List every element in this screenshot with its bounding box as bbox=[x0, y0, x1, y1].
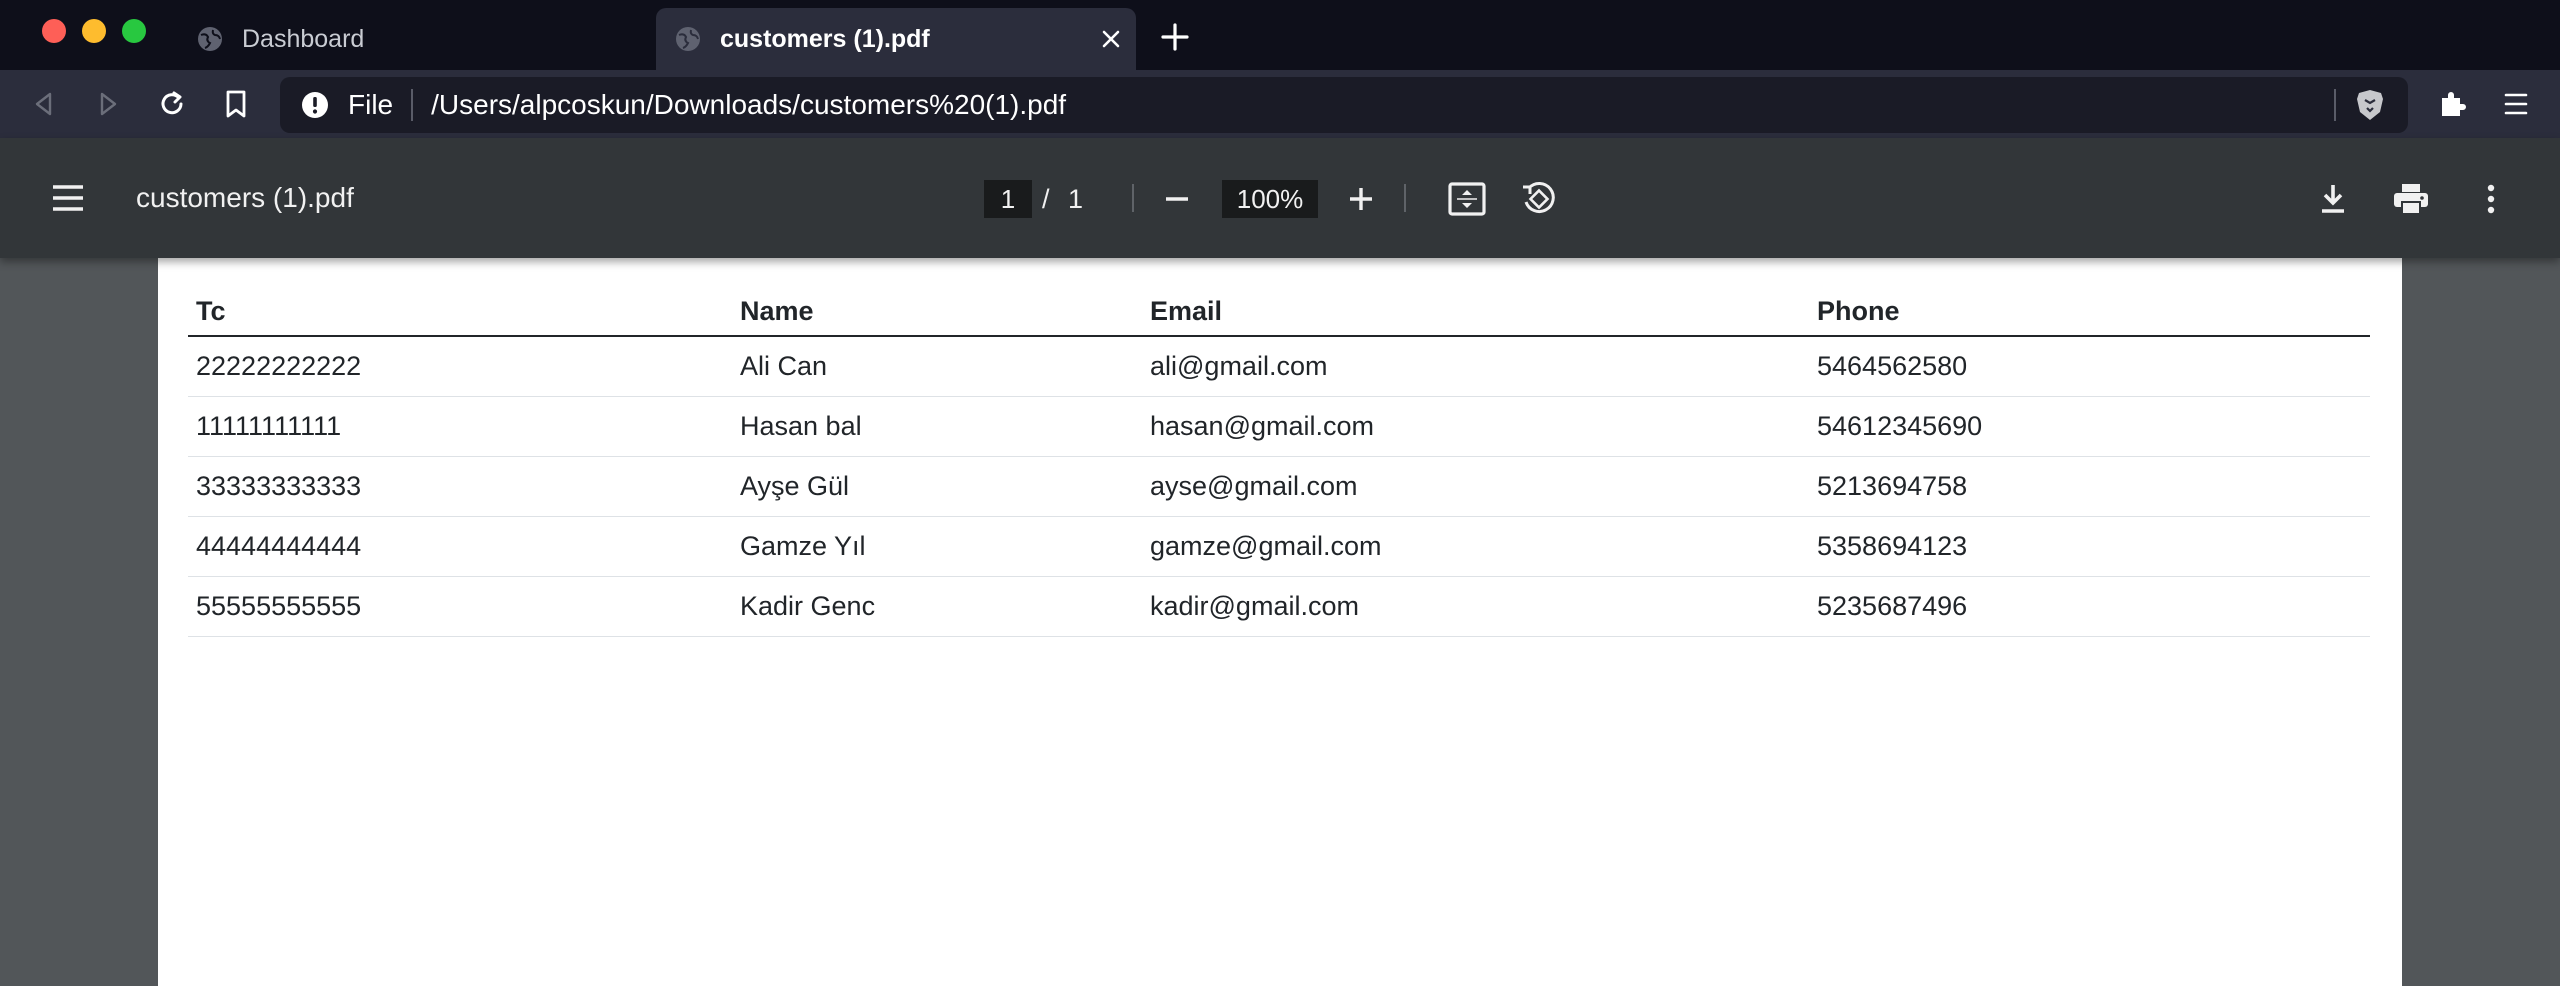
table-row: 44444444444 Gamze Yıl gamze@gmail.com 53… bbox=[188, 516, 2370, 577]
tab-title: Dashboard bbox=[242, 24, 365, 53]
cell-email: hasan@gmail.com bbox=[1142, 396, 1809, 457]
column-header-phone: Phone bbox=[1809, 288, 2370, 337]
back-button[interactable] bbox=[24, 84, 64, 124]
table-header-row: Tc Name Email Phone bbox=[188, 288, 2370, 337]
url-text[interactable]: /Users/alpcoskun/Downloads/customers%20(… bbox=[431, 89, 1066, 121]
globe-icon bbox=[674, 25, 702, 53]
extensions-button[interactable] bbox=[2432, 84, 2472, 124]
cell-phone: 5235687496 bbox=[1809, 576, 2370, 637]
browser-menu-button[interactable] bbox=[2496, 84, 2536, 124]
extensions-icon bbox=[2442, 92, 2466, 116]
window-minimize-button[interactable] bbox=[82, 19, 106, 43]
cell-phone: 5358694123 bbox=[1809, 516, 2370, 577]
scheme-label: File bbox=[348, 89, 394, 120]
cell-tc: 22222222222 bbox=[188, 336, 732, 397]
fit-page-icon bbox=[1448, 182, 1486, 216]
zoom-level-input[interactable]: 100% bbox=[1222, 180, 1318, 218]
omnibox-divider bbox=[2334, 89, 2336, 121]
info-icon[interactable] bbox=[300, 90, 330, 120]
rotate-icon bbox=[1523, 182, 1555, 213]
cell-name: Ali Can bbox=[732, 336, 1142, 397]
download-icon bbox=[2322, 185, 2344, 213]
rotate-button[interactable] bbox=[1518, 178, 1560, 220]
cell-phone: 5213694758 bbox=[1809, 456, 2370, 517]
more-actions-button[interactable] bbox=[2470, 178, 2512, 220]
forward-button[interactable] bbox=[88, 84, 128, 124]
cell-email: ali@gmail.com bbox=[1142, 336, 1809, 397]
bookmark-button[interactable] bbox=[216, 84, 256, 124]
forward-icon bbox=[100, 92, 117, 116]
pdf-toolbar: customers (1).pdf 1 / 1 100% bbox=[0, 138, 2560, 258]
bookmark-icon bbox=[226, 90, 246, 118]
column-header-email: Email bbox=[1142, 288, 1809, 337]
cell-name: Hasan bal bbox=[732, 396, 1142, 457]
page-number-input[interactable]: 1 bbox=[984, 180, 1032, 218]
cell-name: Gamze Yıl bbox=[732, 516, 1142, 577]
tab-dashboard[interactable]: Dashboard bbox=[176, 8, 656, 70]
window-close-button[interactable] bbox=[42, 19, 66, 43]
brave-shield-icon[interactable] bbox=[2352, 87, 2388, 123]
table-row: 11111111111 Hasan bal hasan@gmail.com 54… bbox=[188, 396, 2370, 457]
tab-title: customers (1).pdf bbox=[720, 24, 930, 53]
pdf-document-area[interactable]: Tc Name Email Phone 22222222222 Ali Can … bbox=[0, 258, 2560, 986]
download-button[interactable] bbox=[2312, 178, 2354, 220]
new-tab-button[interactable] bbox=[1158, 20, 1192, 54]
globe-icon bbox=[196, 25, 224, 53]
reload-icon bbox=[161, 91, 183, 115]
zoom-out-button[interactable] bbox=[1156, 178, 1198, 220]
browser-menu-icon bbox=[2504, 93, 2528, 115]
cell-email: ayse@gmail.com bbox=[1142, 456, 1809, 517]
cell-phone: 54612345690 bbox=[1809, 396, 2370, 457]
cell-email: kadir@gmail.com bbox=[1142, 576, 1809, 637]
pdf-sidebar-toggle[interactable] bbox=[44, 178, 92, 218]
page-separator: / bbox=[1042, 184, 1050, 214]
zoom-in-button[interactable] bbox=[1340, 178, 1382, 220]
fit-page-button[interactable] bbox=[1446, 178, 1488, 220]
cell-tc: 55555555555 bbox=[188, 576, 732, 637]
cell-tc: 11111111111 bbox=[188, 396, 732, 457]
cell-name: Ayşe Gül bbox=[732, 456, 1142, 517]
window-zoom-button[interactable] bbox=[122, 19, 146, 43]
column-header-tc: Tc bbox=[188, 288, 732, 337]
print-icon bbox=[2394, 184, 2428, 215]
back-icon bbox=[35, 92, 52, 116]
address-bar[interactable]: File /Users/alpcoskun/Downloads/customer… bbox=[280, 77, 2408, 133]
print-button[interactable] bbox=[2390, 178, 2432, 220]
toolbar-divider bbox=[1404, 184, 1406, 212]
toolbar-divider bbox=[1132, 184, 1134, 212]
zoom-in-icon bbox=[1350, 188, 1372, 210]
zoom-out-icon bbox=[1166, 197, 1188, 201]
cell-name: Kadir Genc bbox=[732, 576, 1142, 637]
pdf-title: customers (1).pdf bbox=[136, 182, 354, 213]
table-row: 22222222222 Ali Can ali@gmail.com 546456… bbox=[188, 336, 2370, 397]
cell-tc: 33333333333 bbox=[188, 456, 732, 517]
tab-strip: Dashboard customers (1).pdf bbox=[0, 0, 2560, 70]
customers-table: Tc Name Email Phone 22222222222 Ali Can … bbox=[188, 288, 2370, 637]
more-vert-icon bbox=[2487, 184, 2495, 214]
hamburger-icon bbox=[53, 185, 83, 211]
plus-icon bbox=[1161, 23, 1189, 51]
table-row: 33333333333 Ayşe Gül ayse@gmail.com 5213… bbox=[188, 456, 2370, 517]
reload-button[interactable] bbox=[152, 84, 192, 124]
cell-tc: 44444444444 bbox=[188, 516, 732, 577]
omnibox-divider bbox=[411, 89, 414, 121]
table-row: 55555555555 Kadir Genc kadir@gmail.com 5… bbox=[188, 576, 2370, 637]
cell-email: gamze@gmail.com bbox=[1142, 516, 1809, 577]
column-header-name: Name bbox=[732, 288, 1142, 337]
page-total: 1 bbox=[1068, 184, 1084, 214]
cell-phone: 5464562580 bbox=[1809, 336, 2370, 397]
pdf-page: Tc Name Email Phone 22222222222 Ali Can … bbox=[158, 258, 2402, 986]
tab-customers-pdf[interactable]: customers (1).pdf bbox=[656, 8, 1136, 70]
close-icon[interactable] bbox=[1096, 24, 1126, 54]
browser-toolbar: File /Users/alpcoskun/Downloads/customer… bbox=[0, 70, 2560, 138]
